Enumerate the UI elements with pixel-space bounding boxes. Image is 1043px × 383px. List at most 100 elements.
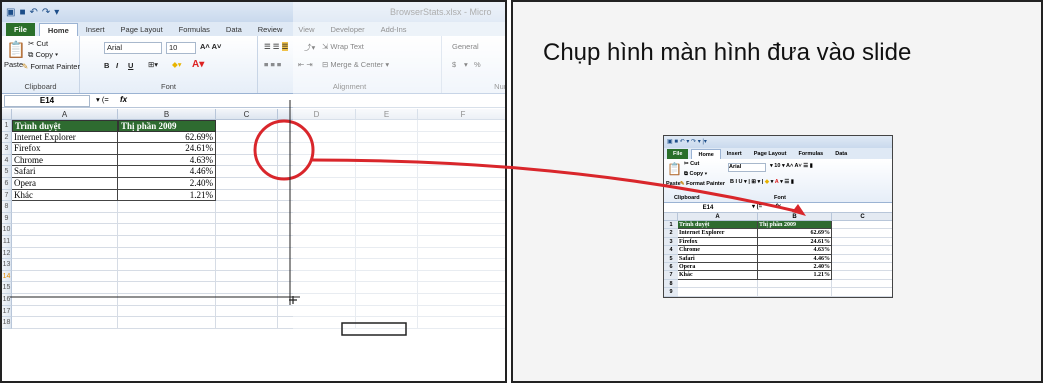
grid-cell[interactable] <box>118 247 216 260</box>
row-header[interactable]: 2 <box>2 131 12 144</box>
format-painter-button[interactable]: ✎ Format Painter <box>22 62 80 71</box>
grid-cell[interactable] <box>216 120 278 132</box>
grid-cell[interactable] <box>216 189 278 202</box>
grid-cell[interactable] <box>418 271 505 283</box>
row-header[interactable]: 5 <box>2 166 12 178</box>
grid-cell[interactable] <box>216 247 278 260</box>
row-header[interactable]: 8 <box>2 201 12 213</box>
grid-cell[interactable] <box>118 201 216 213</box>
grid-cell[interactable] <box>216 236 278 248</box>
grid-cell[interactable] <box>418 282 505 294</box>
share-value-cell[interactable]: 62.69% <box>118 131 216 144</box>
font-name-select[interactable]: Arial <box>104 42 162 54</box>
grid-cell[interactable] <box>418 143 505 155</box>
grid-cell[interactable] <box>278 294 356 306</box>
grid-cell[interactable] <box>356 236 418 248</box>
grid-cell[interactable] <box>278 212 356 225</box>
grid-cell[interactable] <box>278 120 356 132</box>
name-box[interactable]: E14 <box>4 95 90 107</box>
tab-file[interactable]: File <box>6 23 35 36</box>
grid-cell[interactable] <box>12 294 118 306</box>
row-header[interactable]: 16 <box>2 294 12 306</box>
row-header[interactable]: 15 <box>2 282 12 294</box>
grid-cell[interactable] <box>278 305 356 318</box>
grid-cell[interactable] <box>118 212 216 225</box>
grid-cell[interactable] <box>216 131 278 144</box>
copy-button[interactable]: ⧉ Copy ▾ <box>28 50 58 60</box>
grid-cell[interactable] <box>356 224 418 236</box>
grid-cell[interactable] <box>12 201 118 213</box>
currency-button[interactable]: $ <box>452 60 456 69</box>
grid-cell[interactable] <box>278 154 356 167</box>
number-format-select[interactable]: General <box>452 42 479 51</box>
grid-cell[interactable] <box>356 131 418 144</box>
row-header[interactable]: 14 <box>2 270 12 283</box>
grid-cell[interactable] <box>418 132 505 144</box>
grid-cell[interactable] <box>216 317 278 329</box>
grid-cell[interactable] <box>12 305 118 318</box>
browser-name-cell[interactable]: Khác <box>12 189 118 202</box>
tab-data[interactable]: Data <box>218 23 250 36</box>
cut-button[interactable]: ✂ Cut <box>28 39 48 48</box>
grid-cell[interactable] <box>216 259 278 271</box>
tab-add-ins[interactable]: Add-Ins <box>373 23 415 36</box>
table-header-cell[interactable]: Thị phần 2009 <box>118 120 216 132</box>
grid-cell[interactable] <box>418 213 505 225</box>
grid-cell[interactable] <box>356 282 418 294</box>
qat-customize-icon[interactable]: ▾ <box>54 7 59 18</box>
grid-cell[interactable] <box>216 154 278 167</box>
grid-cell[interactable] <box>278 189 356 202</box>
row-header[interactable]: 17 <box>2 305 12 318</box>
grid-cell[interactable] <box>418 248 505 260</box>
grow-font-button[interactable]: A˄ A˅ <box>200 42 221 51</box>
paste-button[interactable]: Paste <box>4 60 23 69</box>
grid-cell[interactable] <box>356 317 418 329</box>
grid-cell[interactable] <box>118 259 216 271</box>
grid-cell[interactable] <box>278 143 356 155</box>
grid-cell[interactable] <box>418 224 505 236</box>
grid-cell[interactable] <box>12 270 118 283</box>
share-value-cell[interactable]: 24.61% <box>118 143 216 155</box>
fill-color-icon[interactable]: ◆▾ <box>172 60 182 69</box>
share-value-cell[interactable]: 4.46% <box>118 166 216 178</box>
grid-cell[interactable] <box>418 120 505 132</box>
grid-cell[interactable] <box>216 178 278 190</box>
grid-cell[interactable] <box>12 212 118 225</box>
row-header[interactable]: 4 <box>2 154 12 167</box>
tab-home[interactable]: Home <box>38 23 78 36</box>
grid-cell[interactable] <box>278 201 356 213</box>
grid-cell[interactable] <box>216 294 278 306</box>
browser-name-cell[interactable]: Opera <box>12 178 118 190</box>
grid-cell[interactable] <box>118 236 216 248</box>
select-all-corner[interactable] <box>2 109 12 120</box>
row-header[interactable]: 9 <box>2 212 12 225</box>
grid-cell[interactable] <box>418 190 505 202</box>
grid-cell[interactable] <box>216 166 278 178</box>
grid-cell[interactable] <box>216 305 278 318</box>
row-header[interactable]: 7 <box>2 189 12 202</box>
grid-cell[interactable] <box>216 224 278 236</box>
grid-cell[interactable] <box>216 270 278 283</box>
borders-icon[interactable]: ⊞▾ <box>148 60 158 69</box>
grid-cell[interactable] <box>418 178 505 190</box>
column-header[interactable]: E <box>356 109 418 120</box>
row-header[interactable]: 18 <box>2 317 12 329</box>
grid-cell[interactable] <box>356 120 418 132</box>
grid-cell[interactable] <box>118 270 216 283</box>
grid-cell[interactable] <box>418 306 505 318</box>
grid-cell[interactable] <box>356 270 418 283</box>
grid-cell[interactable] <box>278 317 356 329</box>
share-value-cell[interactable]: 1.21% <box>118 189 216 202</box>
tab-review[interactable]: Review <box>250 23 291 36</box>
bold-button[interactable]: B <box>104 61 109 70</box>
grid-cell[interactable] <box>216 282 278 294</box>
grid-cell[interactable] <box>278 131 356 144</box>
browser-name-cell[interactable]: Internet Explorer <box>12 131 118 144</box>
grid-cell[interactable] <box>418 259 505 271</box>
row-header[interactable]: 10 <box>2 224 12 236</box>
tab-view[interactable]: View <box>290 23 322 36</box>
row-header[interactable]: 6 <box>2 178 12 190</box>
grid-cell[interactable] <box>216 201 278 213</box>
percent-button[interactable]: % <box>474 60 481 69</box>
grid-cell[interactable] <box>118 305 216 318</box>
